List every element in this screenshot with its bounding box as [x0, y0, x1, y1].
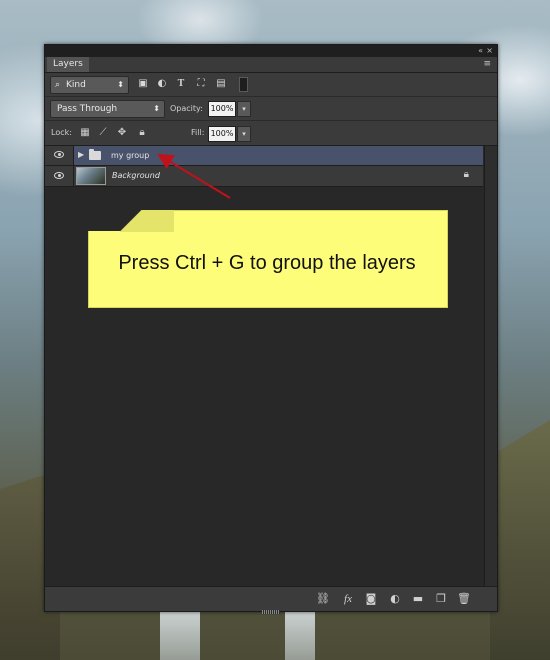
panel-tabs: Layers ≡ — [45, 57, 497, 73]
annotation-note-fold — [88, 210, 174, 232]
filter-kind-label: Kind — [66, 80, 86, 90]
visibility-toggle[interactable] — [45, 166, 74, 186]
lock-icon: 🔒︎ — [463, 169, 469, 180]
trash-icon[interactable]: 🗑︎ — [457, 592, 471, 606]
layers-bottom-bar: ⛓ fx ◙ ◐ ▬ ❐ 🗑︎ — [45, 586, 497, 614]
annotation-arrow — [157, 153, 231, 199]
collapse-icon[interactable]: « — [478, 45, 483, 57]
adjustment-filter-icon[interactable]: ◐ — [156, 78, 168, 90]
dropdown-arrow-icon: ⬍ — [153, 104, 160, 113]
panel-titlebar[interactable]: « × — [45, 45, 497, 57]
layer-thumbnail — [76, 167, 106, 185]
fill-label: Fill: — [191, 128, 205, 137]
search-icon: ⌕ — [55, 80, 61, 90]
blend-mode-select[interactable]: Pass Through ⬍ — [50, 100, 165, 118]
lock-transparent-icon[interactable]: ▦ — [79, 127, 91, 139]
folder-icon — [89, 149, 101, 160]
opacity-dropdown-button[interactable]: ▾ — [237, 101, 251, 117]
filter-toggle-icon[interactable] — [239, 77, 248, 92]
panel-menu-icon[interactable]: ≡ — [483, 57, 491, 72]
background-hill — [490, 420, 550, 660]
blend-mode-value: Pass Through — [57, 104, 118, 114]
filter-kind-select[interactable]: ⌕ Kind ⬍ — [50, 76, 129, 94]
new-layer-icon[interactable]: ❐ — [434, 592, 448, 606]
mask-icon[interactable]: ◙ — [364, 592, 378, 606]
dropdown-arrow-icon: ⬍ — [117, 80, 124, 89]
lock-image-icon[interactable]: ⟋ — [97, 127, 109, 139]
visibility-toggle[interactable] — [45, 146, 74, 165]
fx-icon[interactable]: fx — [341, 592, 355, 606]
resize-grip[interactable] — [262, 610, 280, 614]
lock-row: Lock: ▦ ⟋ ✥ 🔒︎ Fill: 100% ▾ — [45, 121, 497, 146]
link-icon[interactable]: ⛓ — [316, 592, 330, 606]
layer-row-group[interactable]: ▶ my group — [45, 146, 483, 166]
type-filter-icon[interactable]: T — [175, 78, 187, 90]
smart-object-filter-icon[interactable]: ▤ — [215, 78, 227, 90]
opacity-label: Opacity: — [170, 104, 203, 113]
annotation-text: Press Ctrl + G to group the layers — [118, 252, 416, 274]
shape-filter-icon[interactable]: ⛶ — [195, 78, 207, 90]
expand-triangle-icon[interactable]: ▶ — [78, 150, 84, 159]
filter-row: ⌕ Kind ⬍ ▣ ◐ T ⛶ ▤ — [45, 73, 497, 97]
fill-input[interactable]: 100% — [208, 126, 236, 142]
layers-panel: « × Layers ≡ ⌕ Kind ⬍ ▣ ◐ T ⛶ ▤ Pass Thr… — [44, 44, 498, 614]
eye-icon — [54, 151, 64, 158]
eye-icon — [54, 172, 64, 179]
layer-row-background[interactable]: Background 🔒︎ — [45, 166, 483, 187]
opacity-input[interactable]: 100% — [208, 101, 236, 117]
close-icon[interactable]: × — [486, 45, 493, 57]
scrollbar[interactable] — [484, 146, 497, 586]
image-filter-icon[interactable]: ▣ — [137, 78, 149, 90]
blend-row: Pass Through ⬍ Opacity: 100% ▾ — [45, 97, 497, 121]
fill-dropdown-button[interactable]: ▾ — [237, 126, 251, 142]
layer-name[interactable]: my group — [111, 146, 149, 165]
lock-position-icon[interactable]: ✥ — [116, 127, 128, 139]
adjustment-icon[interactable]: ◐ — [388, 592, 402, 606]
lock-label: Lock: — [51, 128, 72, 137]
lock-all-icon[interactable]: 🔒︎ — [136, 127, 148, 139]
tab-layers[interactable]: Layers — [47, 57, 89, 72]
new-group-icon[interactable]: ▬ — [411, 592, 425, 606]
